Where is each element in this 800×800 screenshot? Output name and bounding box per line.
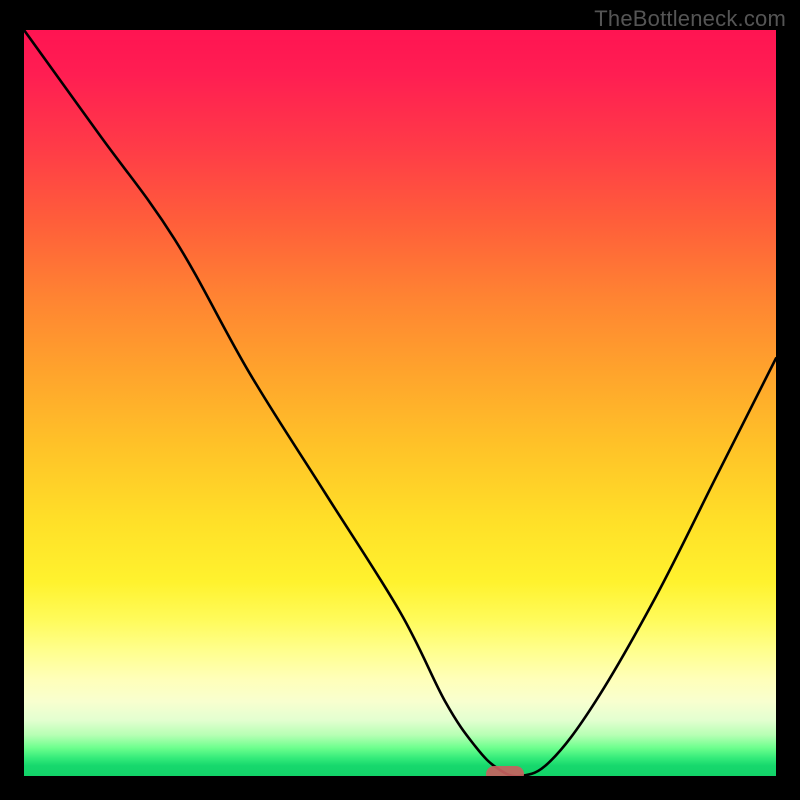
- bottleneck-curve: [24, 30, 776, 776]
- chart-container: TheBottleneck.com: [0, 0, 800, 800]
- plot-area: [24, 30, 776, 776]
- watermark-text: TheBottleneck.com: [594, 6, 786, 32]
- minimum-marker: [486, 766, 524, 776]
